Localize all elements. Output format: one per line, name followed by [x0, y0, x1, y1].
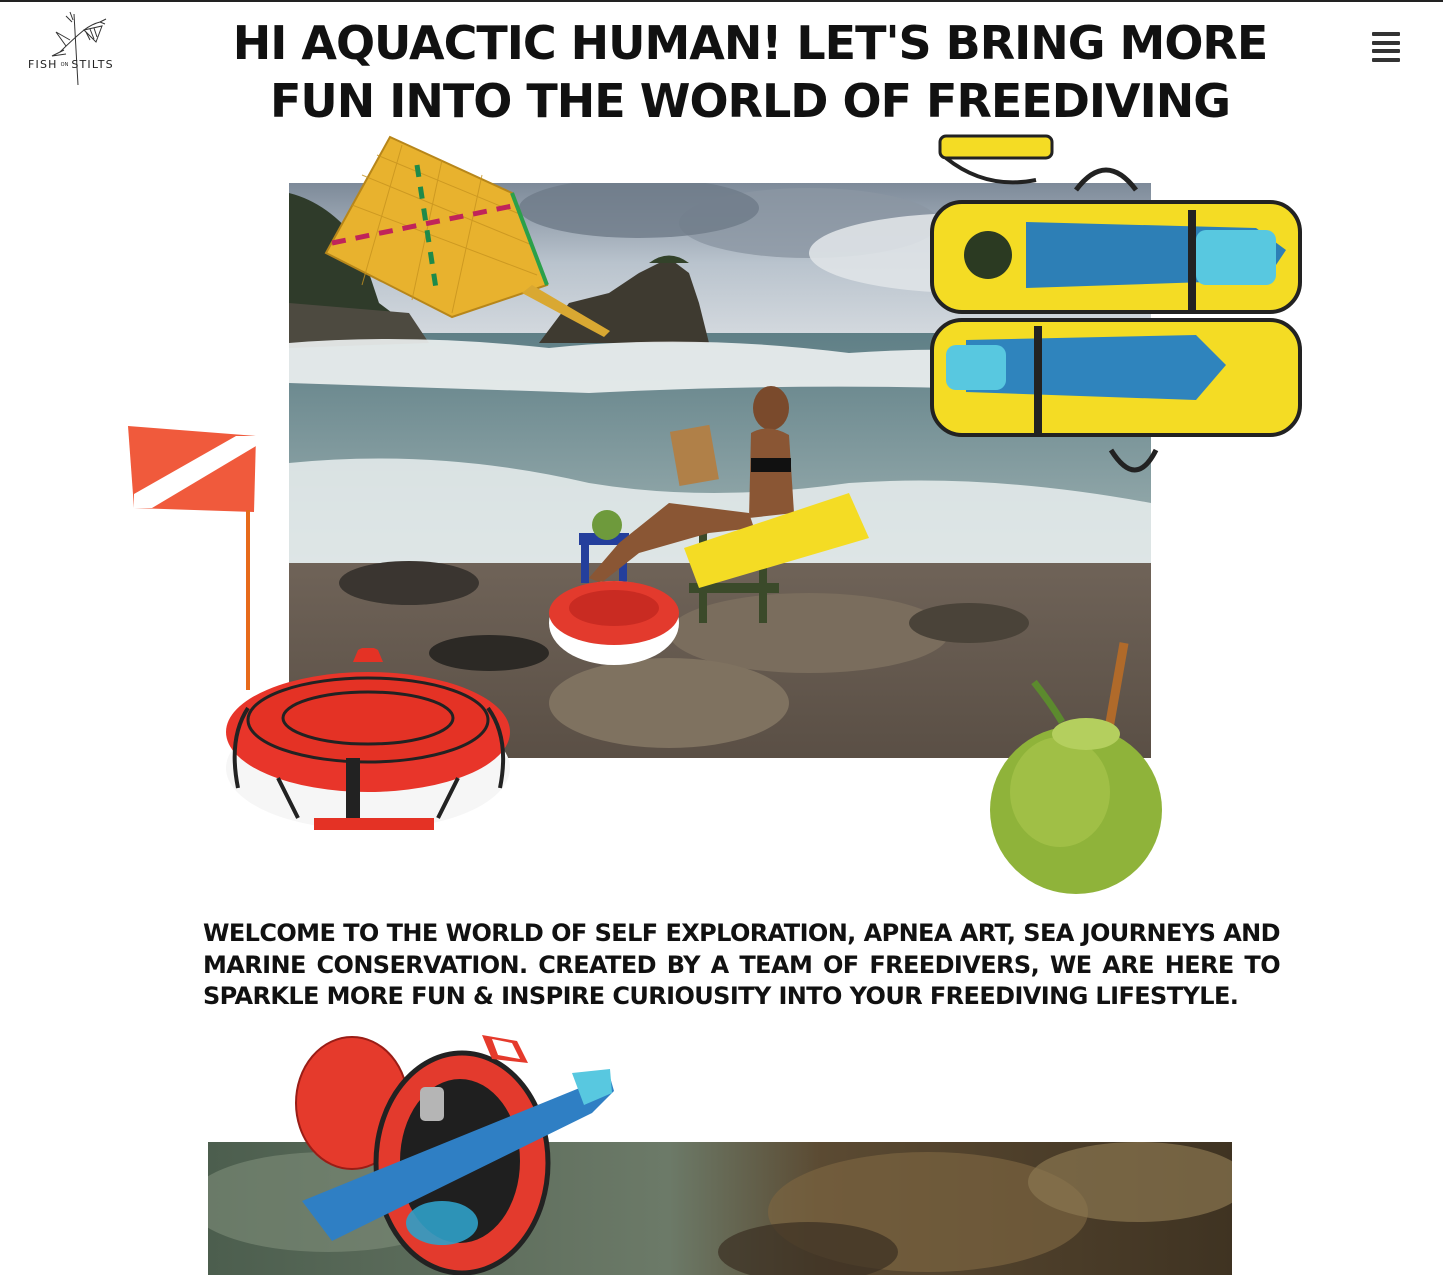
menu-bar: [1372, 49, 1400, 54]
menu-bar: [1372, 57, 1400, 62]
menu-bar: [1372, 40, 1400, 45]
flying-fish-icon: [51, 11, 107, 86]
red-buoy-image: [218, 647, 516, 836]
buoy-with-fin-image: [292, 1033, 614, 1275]
logo-text-on: ON: [60, 61, 69, 68]
yellow-fin-bag-image: [926, 130, 1304, 490]
menu-bar: [1372, 32, 1400, 36]
logo-text-stilts: STILTS: [71, 58, 114, 71]
logo-wordmark: FISH ON STILTS: [28, 58, 126, 71]
woven-fan-image: [322, 135, 614, 340]
top-border: [0, 0, 1443, 2]
coconut-image: [990, 642, 1162, 894]
page-headline: HI AQUACTIC HUMAN! LET'S BRING MORE FUN …: [232, 16, 1269, 128]
intro-paragraph: WELCOME TO THE WORLD OF SELF EXPLORATION…: [203, 919, 1281, 1010]
site-logo[interactable]: FISH ON STILTS: [26, 10, 126, 88]
hamburger-menu-icon[interactable]: [1370, 30, 1402, 64]
logo-text-fish: FISH: [28, 58, 58, 71]
